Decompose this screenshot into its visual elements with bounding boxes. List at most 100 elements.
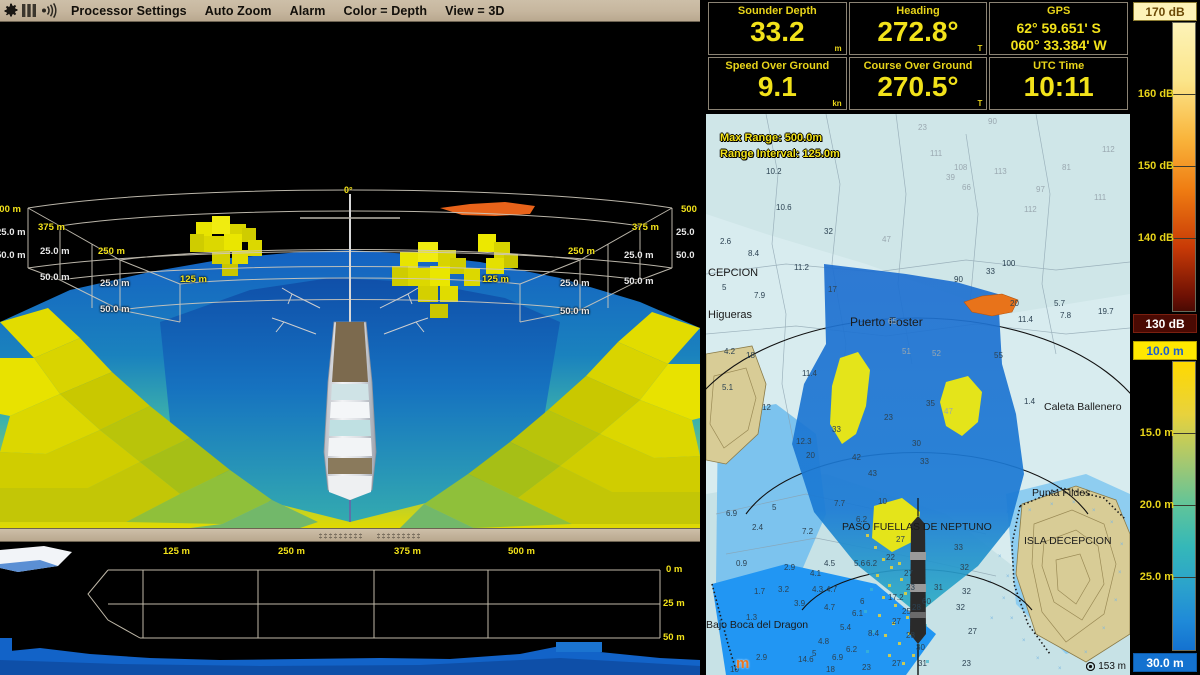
svg-text:32: 32 — [824, 227, 833, 236]
svg-text:90: 90 — [988, 117, 997, 126]
svg-text:4.5: 4.5 — [824, 559, 836, 568]
db-tick-line-150 — [1172, 166, 1196, 167]
svg-text:0.9: 0.9 — [736, 559, 748, 568]
menu-alarm[interactable]: Alarm — [281, 0, 335, 22]
db-tick-140: 140 dB — [1137, 232, 1174, 244]
svg-text:111: 111 — [930, 149, 943, 158]
profile-depth-0: 0 m — [666, 564, 683, 575]
svg-text:32: 32 — [962, 587, 971, 596]
svg-text:10: 10 — [878, 497, 887, 506]
data-unit: T — [977, 99, 983, 108]
menu-color-mode[interactable]: Color = Depth — [335, 0, 437, 22]
svg-text:20: 20 — [806, 451, 815, 460]
splitter-grip-left[interactable] — [318, 533, 362, 539]
range-label-250-left: 250 m — [98, 246, 125, 257]
svg-text:×: × — [1120, 542, 1124, 548]
svg-text:55: 55 — [994, 351, 1003, 360]
svg-text:4.7: 4.7 — [826, 585, 838, 594]
svg-text:108: 108 — [954, 163, 968, 172]
depth-tick-25: 25.0 m — [1139, 571, 1174, 583]
svg-text:11.4: 11.4 — [802, 369, 818, 378]
data-cell-gps[interactable]: GPS 62° 59.651' S 060° 33.384' W — [989, 2, 1128, 55]
chart-scene: ××× ××× ××× ××× ××× ××× ××× — [706, 114, 1130, 675]
db-tick-150: 150 dB — [1137, 160, 1174, 172]
depth-tick-15: 15.0 m — [1139, 427, 1174, 439]
svg-text:23: 23 — [862, 663, 871, 672]
svg-text:23: 23 — [906, 583, 915, 592]
svg-text:47: 47 — [944, 407, 953, 416]
svg-text:3.9: 3.9 — [794, 599, 806, 608]
nautical-chart-view[interactable]: ××× ××× ××× ××× ××× ××× ××× — [706, 114, 1130, 675]
svg-text:52: 52 — [932, 349, 941, 358]
svg-text:5.6: 5.6 — [854, 559, 866, 568]
scale-lock-icon — [1086, 662, 1096, 671]
depth-scale-bottom-label: 30.0 m — [1133, 653, 1197, 672]
chart-depth-unit: m — [736, 655, 750, 672]
data-cell-utc-time[interactable]: UTC Time 10:11 — [989, 57, 1128, 110]
menu-processor-settings[interactable]: Processor Settings — [62, 0, 196, 22]
svg-text:10.2: 10.2 — [766, 167, 782, 176]
gear-icon[interactable] — [3, 1, 19, 21]
sonar-profile-view[interactable]: 125 m 250 m 375 m 500 m 0 m 25 m 50 m 0.… — [0, 542, 700, 675]
sonar-ping-icon[interactable] — [40, 1, 60, 21]
svg-text:65: 65 — [888, 317, 897, 326]
svg-text:3.2: 3.2 — [778, 585, 790, 594]
bars-icon[interactable] — [21, 1, 38, 21]
svg-text:7.9: 7.9 — [754, 291, 766, 300]
svg-text:32: 32 — [960, 563, 969, 572]
panel-splitter[interactable] — [0, 528, 700, 542]
svg-text:×: × — [1036, 656, 1040, 662]
db-color-gradient — [1172, 22, 1196, 312]
data-cell-course-over-ground[interactable]: Course Over Ground 270.5° T — [848, 57, 988, 110]
chart-scale-indicator[interactable]: 153 m — [1086, 661, 1126, 672]
svg-text:×: × — [1072, 500, 1076, 506]
svg-text:33: 33 — [832, 425, 841, 434]
svg-text:27: 27 — [892, 659, 901, 668]
svg-text:×: × — [1010, 616, 1014, 622]
depth-label-r4: 50.0 m — [624, 276, 654, 287]
depth-tick-line-20 — [1172, 505, 1196, 506]
range-label-500-right: 500 — [681, 204, 697, 215]
svg-text:4.1: 4.1 — [810, 569, 822, 578]
svg-text:2.9: 2.9 — [756, 653, 768, 662]
depth-label-l5: 25.0 m — [100, 278, 130, 289]
svg-text:27: 27 — [968, 627, 977, 636]
svg-text:33: 33 — [986, 267, 995, 276]
menu-view-mode[interactable]: View = 3D — [436, 0, 513, 22]
svg-text:11.4: 11.4 — [1018, 315, 1034, 324]
data-cell-speed-over-ground[interactable]: Speed Over Ground 9.1 kn — [708, 57, 847, 110]
svg-text:5.4: 5.4 — [840, 623, 852, 632]
svg-text:6.2: 6.2 — [846, 645, 858, 654]
svg-text:6: 6 — [860, 597, 865, 606]
data-cell-heading[interactable]: Heading 272.8° T — [848, 2, 988, 55]
depth-label-r6: 50.0 m — [560, 306, 590, 317]
svg-text:23: 23 — [962, 659, 971, 668]
svg-text:22: 22 — [886, 553, 895, 562]
svg-text:8.4: 8.4 — [748, 249, 760, 258]
sonar-3d-view[interactable]: 0° 500 m 375 m 250 m 125 m 500 375 m 250… — [0, 22, 700, 528]
svg-text:27: 27 — [896, 535, 905, 544]
place-label-higueras: Higueras — [708, 309, 753, 321]
menu-auto-zoom[interactable]: Auto Zoom — [196, 0, 281, 22]
data-cell-sounder-depth[interactable]: Sounder Depth 33.2 m — [708, 2, 847, 55]
svg-text:4.8: 4.8 — [818, 637, 830, 646]
svg-text:27: 27 — [892, 617, 901, 626]
color-scale-bars: 170 dB 160 dB 150 dB 140 dB 130 dB 10.0 … — [1130, 0, 1200, 675]
profile-scene — [0, 542, 700, 675]
svg-text:31: 31 — [918, 659, 927, 668]
place-label-puerto-foster: Puerto Foster — [850, 315, 923, 329]
svg-text:2.6: 2.6 — [720, 237, 732, 246]
svg-text:×: × — [1110, 520, 1114, 526]
svg-text:4.3: 4.3 — [812, 585, 824, 594]
svg-text:18: 18 — [826, 665, 835, 674]
svg-text:12: 12 — [762, 403, 771, 412]
svg-text:×: × — [1092, 508, 1096, 514]
svg-text:31: 31 — [934, 583, 943, 592]
place-label-isla-decepcion: ISLA DECEPCION — [1024, 535, 1112, 547]
svg-text:4.2: 4.2 — [724, 347, 736, 356]
depth-label-r5: 25.0 m — [560, 278, 590, 289]
splitter-grip-right[interactable] — [376, 533, 420, 539]
svg-text:2.9: 2.9 — [784, 563, 796, 572]
svg-text:1.7: 1.7 — [754, 587, 766, 596]
db-scale-bottom-label: 130 dB — [1133, 314, 1197, 333]
